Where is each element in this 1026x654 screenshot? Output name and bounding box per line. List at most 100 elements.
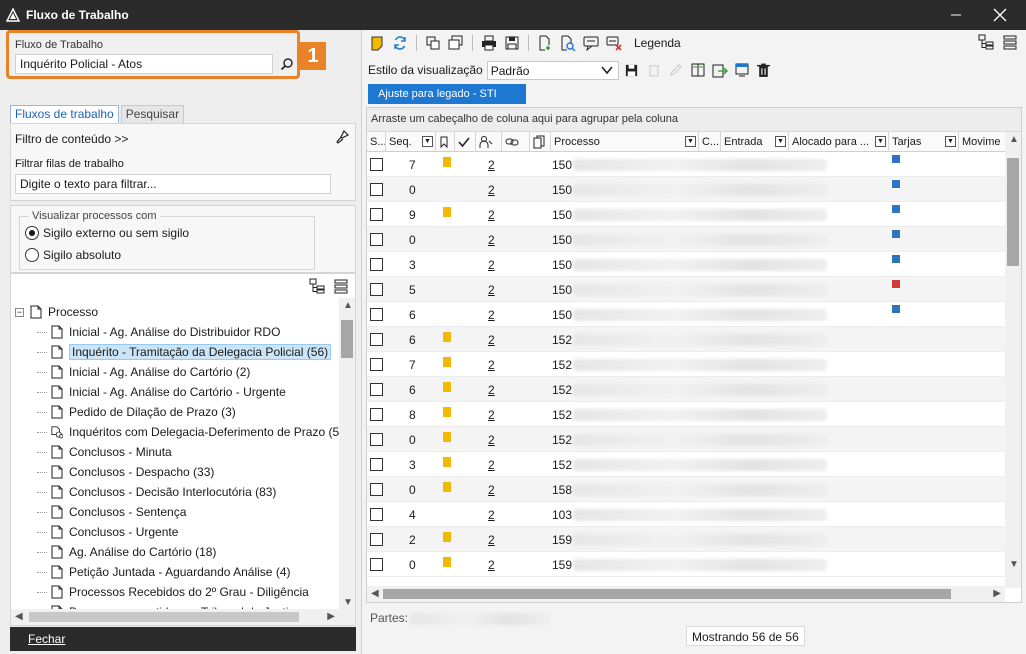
row-checkbox[interactable] [370,383,383,396]
tree-item[interactable]: Conclusos - Despacho (33) [37,462,214,482]
table-row[interactable]: 7 2 150 [367,152,1005,177]
scroll-left-icon[interactable]: ◀ [371,588,379,599]
fechar-button[interactable]: Fechar [28,632,65,646]
filtrar-filas-input[interactable]: Digite o texto para filtrar... [15,174,331,194]
tree-item[interactable]: Inicial - Ag. Análise do Cartório - Urge… [37,382,286,402]
comment-button[interactable] [582,34,600,52]
count-link[interactable]: 2 [488,402,495,427]
col-header-alocado[interactable]: Alocado para ... ▼ [789,132,889,152]
save-view-button[interactable] [623,61,641,79]
windows-button[interactable] [447,34,465,52]
count-link[interactable]: 2 [488,552,495,577]
row-checkbox[interactable] [370,258,383,271]
table-row[interactable]: 7 2 152 [367,352,1005,377]
radio-button[interactable] [25,248,39,262]
book-button[interactable] [689,61,707,79]
delete-view-button[interactable] [645,61,663,79]
trash-button[interactable] [755,61,773,79]
scroll-up-icon[interactable]: ▲ [1009,134,1019,145]
count-link[interactable]: 2 [488,452,495,477]
tab-pesquisar[interactable]: Pesquisar [120,105,185,123]
row-checkbox[interactable] [370,333,383,346]
tree-item[interactable]: Inicial - Ag. Análise do Distribuidor RD… [37,322,280,342]
row-checkbox[interactable] [370,558,383,571]
col-header-link[interactable] [502,132,530,152]
tree-item[interactable]: Petição Juntada - Aguardando Análise (4) [37,562,290,582]
filter-dropdown-icon[interactable]: ▼ [875,136,886,147]
row-checkbox[interactable] [370,533,383,546]
tree-item[interactable]: Conclusos - Urgente [37,522,178,542]
scroll-thumb[interactable] [29,612,299,622]
row-checkbox[interactable] [370,208,383,221]
count-link[interactable]: 2 [488,327,495,352]
group-by-hint[interactable]: Arraste um cabeçalho de coluna aqui para… [367,108,1021,132]
filtro-conteudo-toggle[interactable]: Filtro de conteúdo >> [15,132,128,146]
col-header-check[interactable] [455,132,476,152]
clear-filter-button[interactable] [335,129,350,147]
scroll-right-icon[interactable]: ▶ [327,611,335,622]
scroll-right-icon[interactable]: ▶ [993,588,1001,599]
col-header-processo[interactable]: Processo ▼ [551,132,699,152]
table-row[interactable]: 3 2 150 [367,252,1005,277]
table-row[interactable]: 8 2 152 [367,402,1005,427]
count-link[interactable]: 2 [488,427,495,452]
count-link[interactable]: 2 [488,302,495,327]
radio-sigilo-externo[interactable]: Sigilo externo ou sem sigilo [25,226,189,240]
table-row[interactable]: 0 2 152 [367,427,1005,452]
collapse-tree-icon[interactable] [1002,34,1018,50]
row-checkbox[interactable] [370,308,383,321]
row-checkbox[interactable] [370,433,383,446]
col-header-seq[interactable]: Seq. ▼ [386,132,436,152]
tab-fluxos-de-trabalho[interactable]: Fluxos de trabalho [10,105,119,123]
collapse-icon[interactable]: − [15,307,24,317]
filter-dropdown-icon[interactable]: ▼ [685,136,696,147]
row-checkbox[interactable] [370,233,383,246]
count-link[interactable]: 2 [488,152,495,177]
tree-item[interactable]: Inquéritos com Delegacia-Deferimento de … [37,422,341,442]
radio-sigilo-absoluto[interactable]: Sigilo absoluto [25,248,121,262]
table-row[interactable]: 0 2 150 [367,177,1005,202]
col-header-c[interactable]: C... [699,132,721,152]
tree-item[interactable]: Processos Recebidos do 2º Grau - Diligên… [37,582,309,602]
table-row[interactable]: 4 2 103 [367,502,1005,527]
col-header-s[interactable]: S... [367,132,386,152]
expand-tree-icon[interactable] [978,34,994,50]
tree-item[interactable]: Inicial - Ag. Análise do Cartório (2) [37,362,250,382]
scroll-thumb[interactable] [383,589,951,599]
count-link[interactable]: 2 [488,277,495,302]
count-link[interactable]: 2 [488,252,495,277]
window-export-button[interactable] [733,61,751,79]
grid-horizontal-scrollbar[interactable]: ◀ ▶ [367,586,1005,602]
table-row[interactable]: 0 2 159 [367,552,1005,577]
scroll-thumb[interactable] [341,320,353,358]
filter-dropdown-icon[interactable]: ▼ [422,136,433,147]
row-checkbox[interactable] [370,158,383,171]
table-row[interactable]: 3 2 152 [367,452,1005,477]
count-link[interactable]: 2 [488,477,495,502]
col-header-movime[interactable]: Movime [959,132,1005,152]
tree-root[interactable]: − Processo [15,302,98,322]
expand-tree-icon[interactable] [309,278,325,294]
tree-item[interactable]: Conclusos - Sentença [37,502,186,522]
scroll-left-icon[interactable]: ◀ [15,611,23,622]
filter-dropdown-icon[interactable]: ▼ [945,136,956,147]
col-header-docs[interactable] [530,132,551,152]
table-row[interactable]: 5 2 150 [367,277,1005,302]
document-add-button[interactable] [536,34,554,52]
tree-item[interactable]: Inquérito - Tramitação da Delegacia Poli… [37,342,332,362]
col-header-users[interactable] [476,132,502,152]
refresh-button[interactable] [391,34,409,52]
scroll-up-icon[interactable]: ▲ [343,300,353,311]
row-checkbox[interactable] [370,408,383,421]
count-link[interactable]: 2 [488,227,495,252]
row-checkbox[interactable] [370,283,383,296]
close-button[interactable] [978,0,1022,30]
note-button[interactable] [368,34,386,52]
col-header-flag[interactable] [436,132,455,152]
col-header-entrada[interactable]: Entrada ▼ [721,132,789,152]
tree-item[interactable]: Conclusos - Minuta [37,442,172,462]
radio-button-checked[interactable] [25,226,39,240]
table-row[interactable]: 2 2 159 [367,527,1005,552]
count-link[interactable]: 2 [488,177,495,202]
minimize-button[interactable] [934,0,978,30]
